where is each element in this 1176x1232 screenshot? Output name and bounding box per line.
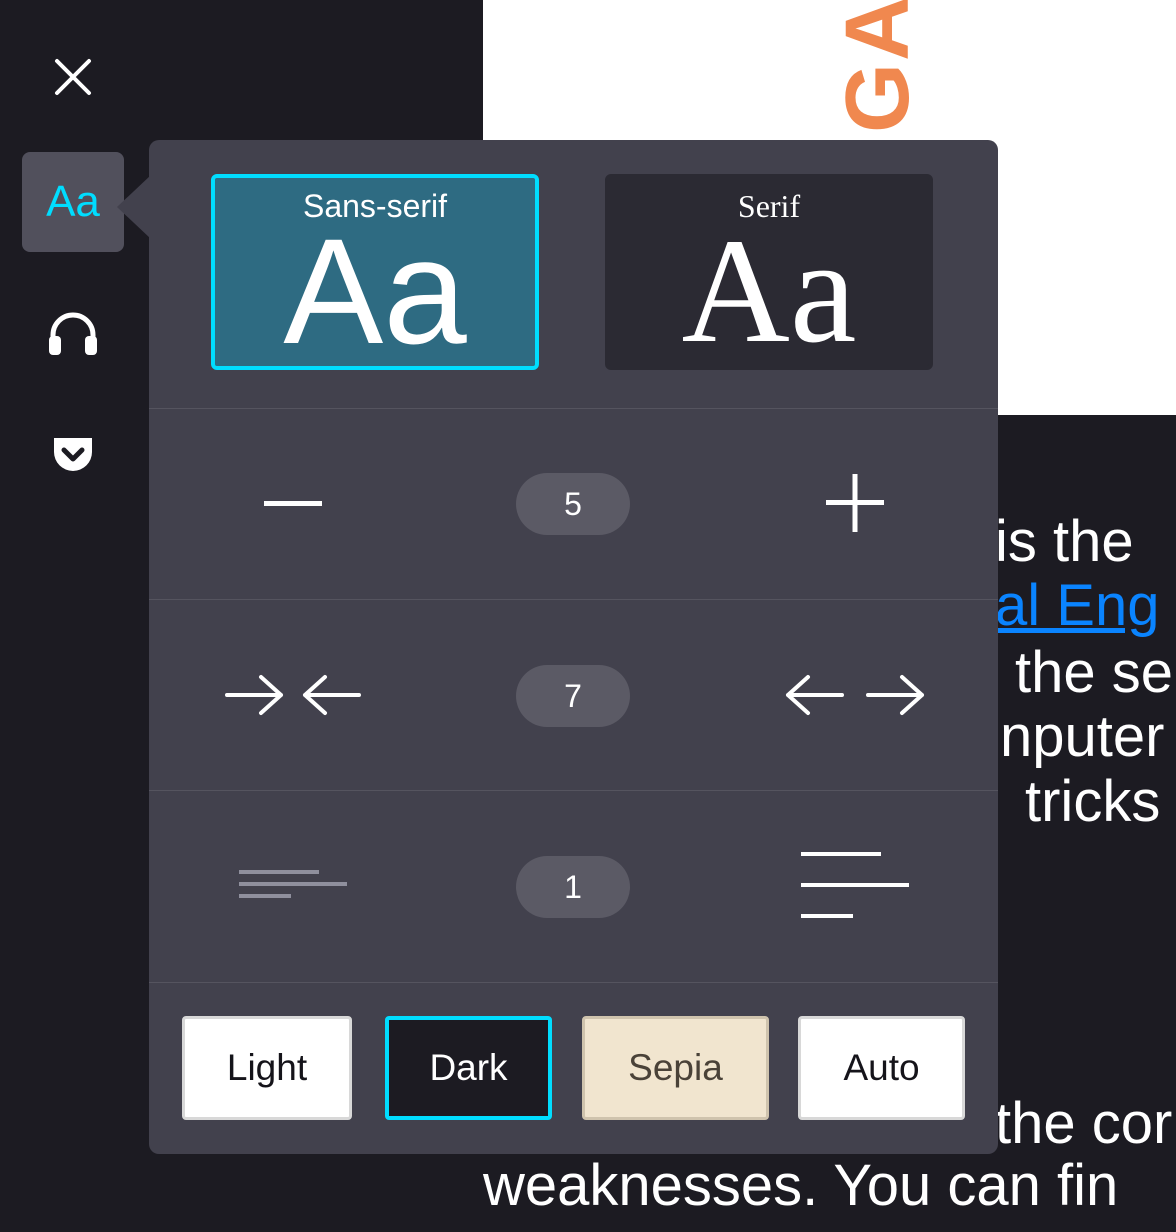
listen-button[interactable] xyxy=(40,300,106,366)
font-option-sample: Aa xyxy=(283,207,467,375)
headphones-icon xyxy=(49,312,97,355)
decrease-line-height-button[interactable] xyxy=(213,816,373,956)
divider xyxy=(149,408,998,409)
site-logo: GA xyxy=(838,0,918,135)
increase-font-size-button[interactable] xyxy=(775,433,935,573)
divider xyxy=(149,599,998,600)
spaced-lines-icon xyxy=(801,852,909,918)
minus-icon xyxy=(264,501,322,506)
article-link[interactable]: al Eng xyxy=(995,573,1159,638)
divider xyxy=(149,982,998,983)
article-line: weaknesses. You can fin xyxy=(483,1153,1119,1218)
article-line: tricks xyxy=(1025,769,1161,834)
site-logo-text: GA xyxy=(838,0,918,133)
article-line: the cor xyxy=(995,1091,1173,1156)
pocket-icon xyxy=(54,438,92,471)
text-settings-panel: Sans-serif Aa Serif Aa 5 7 1 Light Dark … xyxy=(149,140,998,1154)
increase-line-height-button[interactable] xyxy=(775,816,935,956)
arrows-inward-icon xyxy=(225,675,361,715)
line-height-value: 1 xyxy=(516,856,630,918)
font-size-value: 5 xyxy=(516,473,630,535)
article-link-line[interactable]: al Eng xyxy=(995,574,1159,638)
arrows-outward-icon xyxy=(786,675,924,715)
plus-icon xyxy=(826,474,884,532)
decrease-font-size-button[interactable] xyxy=(213,433,373,573)
text-settings-button[interactable]: Aa xyxy=(22,152,124,252)
font-option-sans-serif[interactable]: Sans-serif Aa xyxy=(211,174,539,370)
theme-sepia-button[interactable]: Sepia xyxy=(582,1016,769,1120)
article-line: is the xyxy=(995,509,1134,574)
decrease-content-width-button[interactable] xyxy=(213,625,373,765)
save-to-pocket-button[interactable] xyxy=(42,424,104,486)
article-line: nputer xyxy=(1000,704,1165,769)
article-line: the se xyxy=(1015,640,1173,705)
close-icon xyxy=(55,59,91,95)
compact-lines-icon xyxy=(239,870,347,898)
divider xyxy=(149,790,998,791)
font-option-sample: Aa xyxy=(681,208,857,374)
theme-dark-button[interactable]: Dark xyxy=(385,1016,552,1120)
increase-content-width-button[interactable] xyxy=(775,625,935,765)
theme-light-button[interactable]: Light xyxy=(182,1016,352,1120)
panel-pointer xyxy=(117,175,151,239)
content-width-value: 7 xyxy=(516,665,630,727)
text-settings-icon: Aa xyxy=(46,177,100,226)
font-option-serif[interactable]: Serif Aa xyxy=(605,174,933,370)
theme-auto-button[interactable]: Auto xyxy=(798,1016,965,1120)
close-button[interactable] xyxy=(44,48,102,106)
